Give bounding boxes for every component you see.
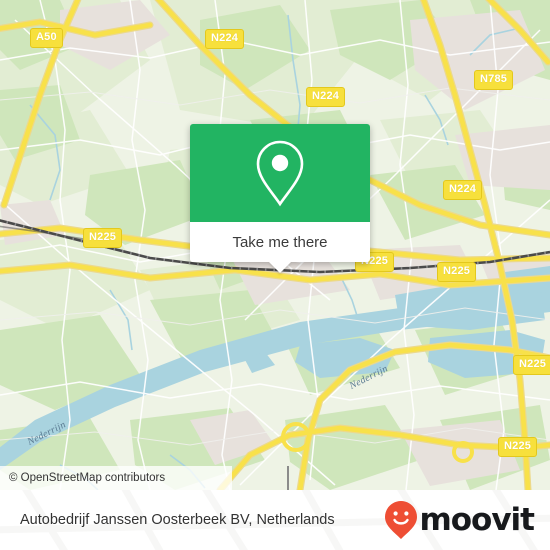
map-canvas[interactable]: A50 N224 N224 N785 N224 N225 N225 N225 N… bbox=[0, 0, 550, 490]
road-shield[interactable]: N785 bbox=[474, 70, 514, 90]
map-attribution: © OpenStreetMap contributors bbox=[0, 466, 232, 490]
footer-bar: Autobedrijf Janssen Oosterbeek BV, Nethe… bbox=[0, 490, 550, 550]
location-popup[interactable]: Take me there bbox=[190, 124, 370, 273]
road-shield[interactable]: N224 bbox=[443, 180, 483, 200]
road-shield[interactable]: N225 bbox=[437, 262, 477, 282]
popup-tail bbox=[269, 262, 291, 273]
popup-icon-area bbox=[190, 124, 370, 222]
map-pin-icon bbox=[256, 140, 304, 207]
moovit-wordmark: moovit bbox=[419, 501, 535, 538]
moovit-pin-smile-icon bbox=[385, 501, 418, 539]
road-shield[interactable]: N225 bbox=[83, 228, 123, 248]
popup-cta[interactable]: Take me there bbox=[190, 222, 370, 262]
attribution-text: © OpenStreetMap contributors bbox=[9, 472, 166, 484]
road-shield[interactable]: N224 bbox=[205, 29, 245, 49]
road-shield[interactable]: N225 bbox=[513, 355, 550, 375]
popup-cta-label: Take me there bbox=[232, 233, 328, 251]
road-shield[interactable]: A50 bbox=[30, 28, 63, 48]
moovit-brand[interactable]: moovit bbox=[384, 500, 550, 540]
map-page: A50 N224 N224 N785 N224 N225 N225 N225 N… bbox=[0, 0, 550, 550]
place-title: Autobedrijf Janssen Oosterbeek BV, Nethe… bbox=[20, 512, 335, 528]
road-shield[interactable]: N224 bbox=[306, 87, 346, 107]
road-shield[interactable]: N225 bbox=[498, 437, 538, 457]
